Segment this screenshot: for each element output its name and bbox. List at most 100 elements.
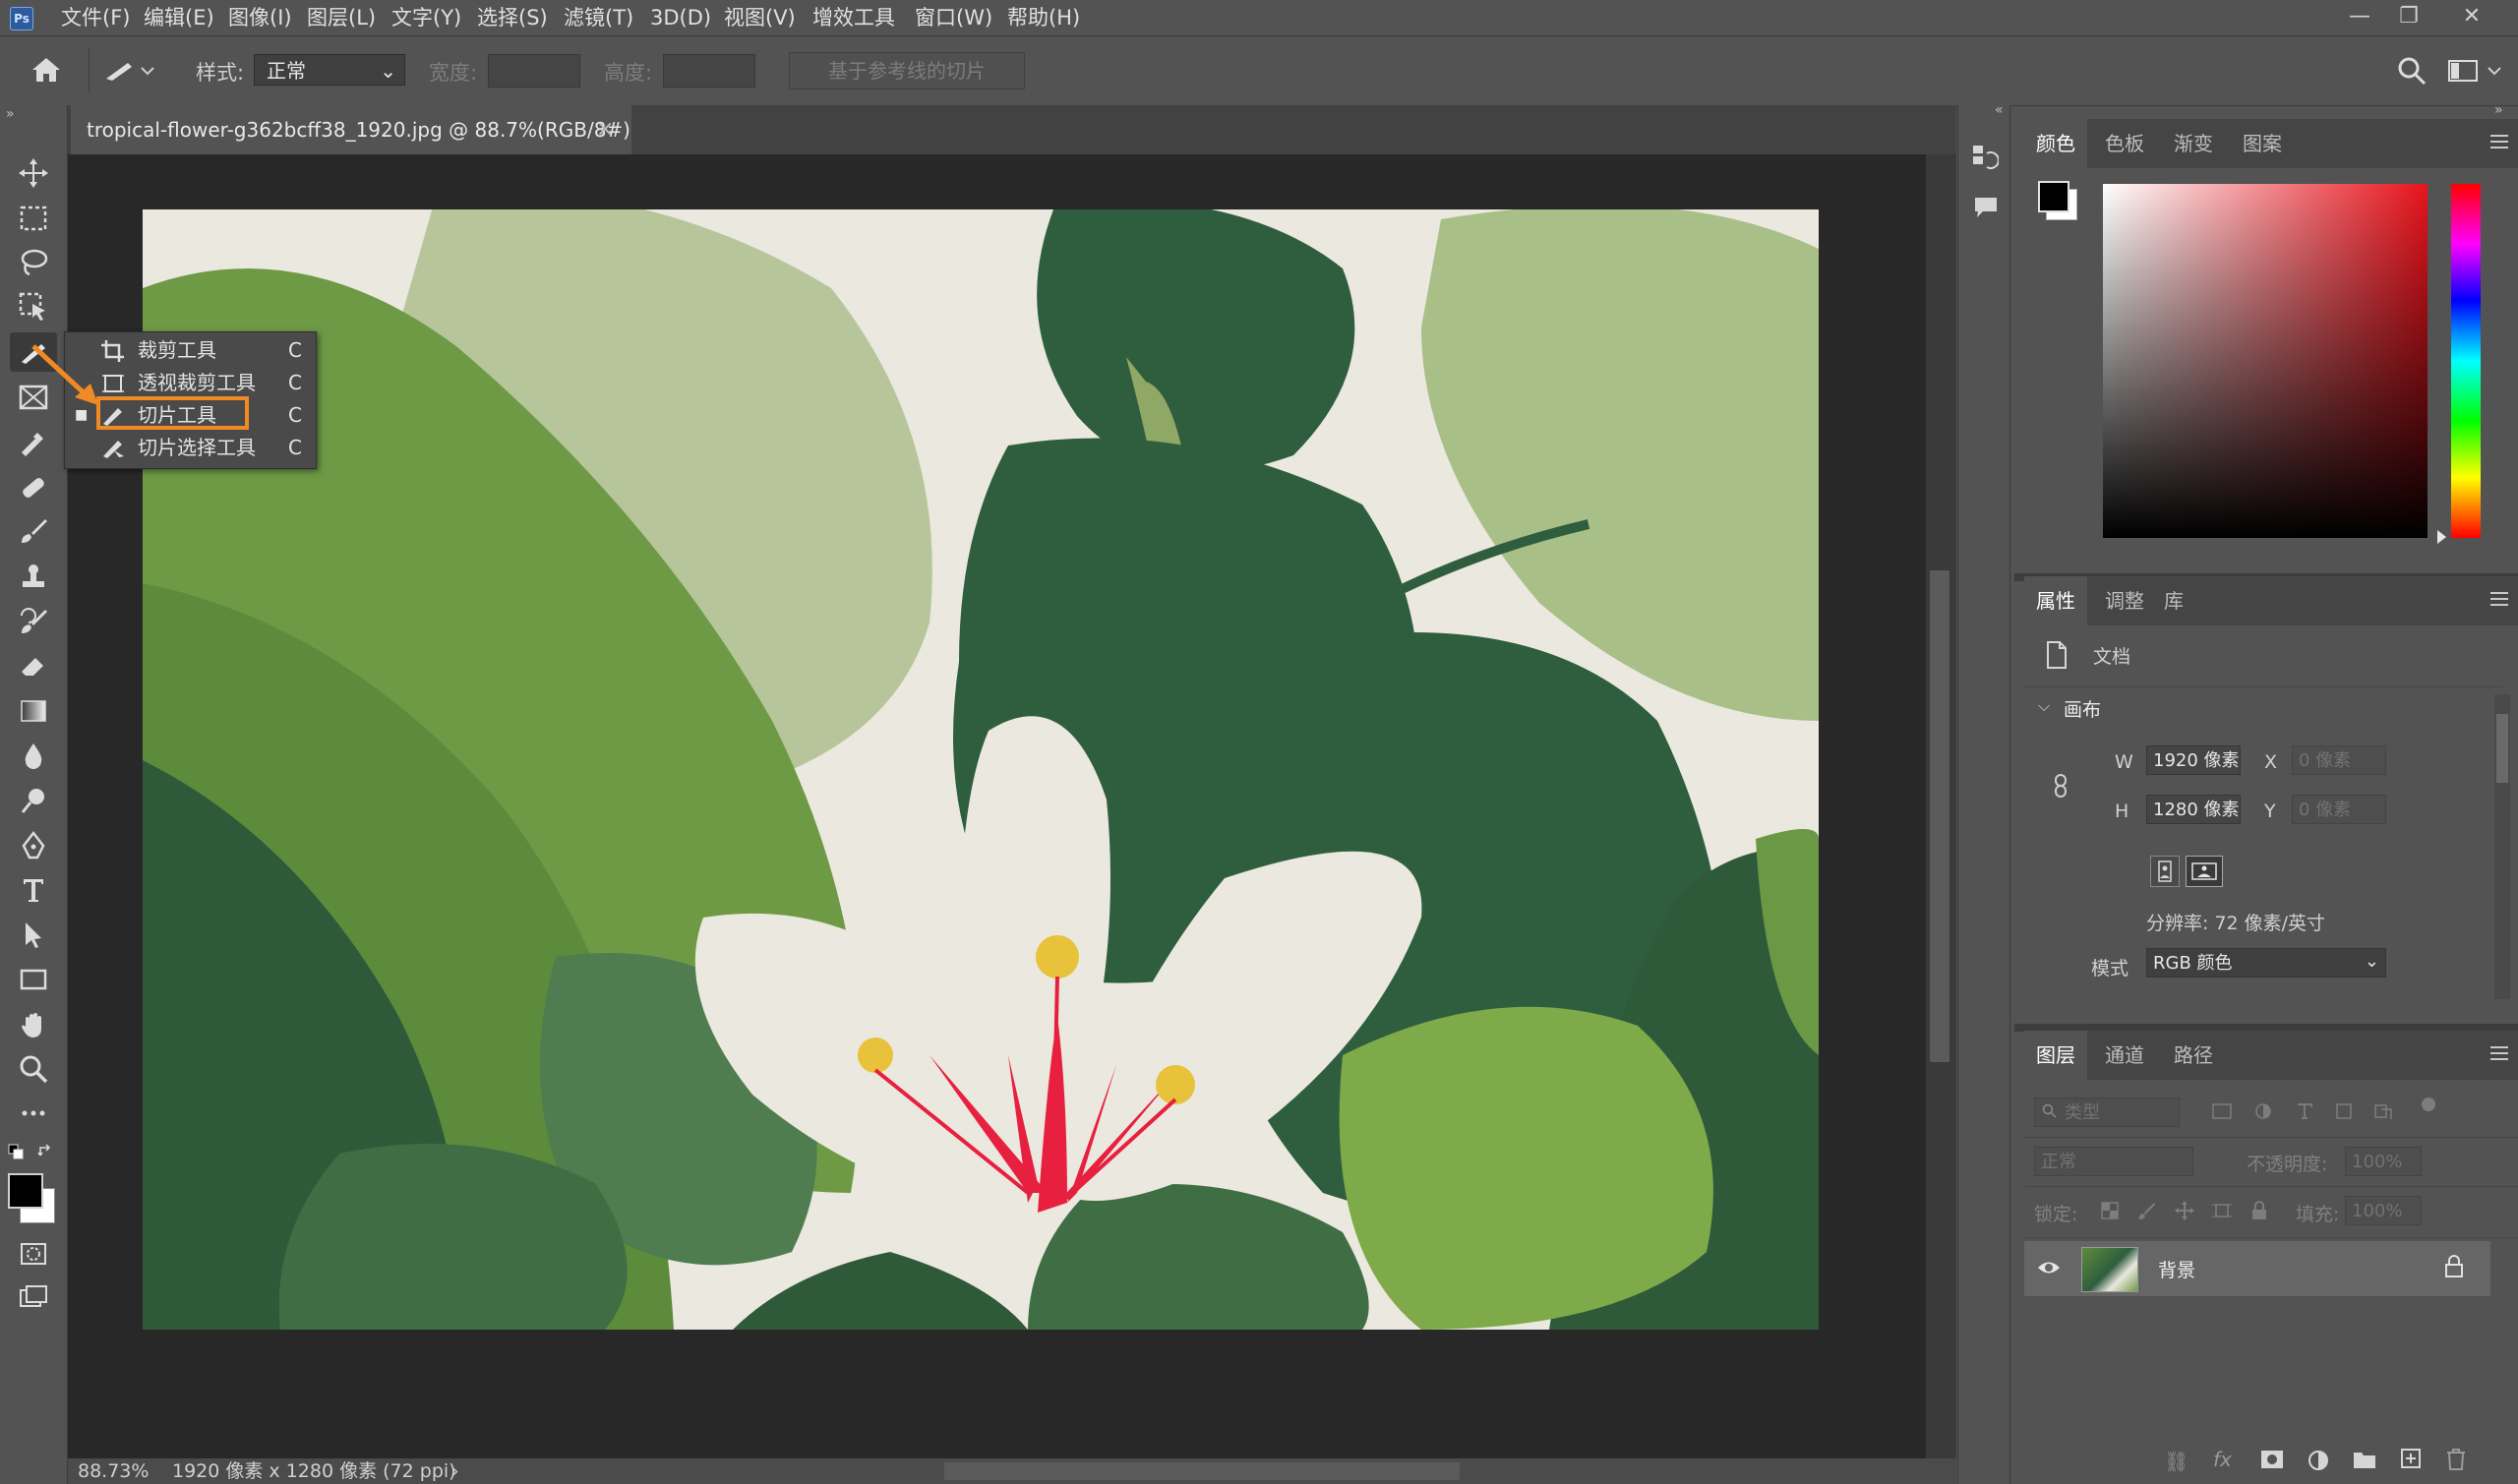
tab-properties[interactable]: 属性 xyxy=(2024,576,2087,625)
lock-transparency-icon[interactable] xyxy=(2099,1200,2121,1225)
menu-view[interactable]: 视图(V) xyxy=(724,0,796,35)
document-tab[interactable]: tropical-flower-g362bcff38_1920.jpg @ 88… xyxy=(71,105,631,154)
close-window-button[interactable]: ✕ xyxy=(2443,0,2500,35)
status-menu-arrow[interactable]: › xyxy=(451,1458,459,1484)
hand-tool-icon[interactable] xyxy=(10,1005,57,1044)
rectangle-tool-icon[interactable] xyxy=(10,960,57,999)
chevron-down-icon[interactable]: ⌵ xyxy=(2038,696,2050,716)
history-brush-tool-icon[interactable] xyxy=(10,602,57,641)
panel-menu-icon[interactable] xyxy=(2490,1046,2508,1060)
filter-smart-object-icon[interactable] xyxy=(2372,1101,2394,1125)
opacity-field[interactable]: 100% xyxy=(2345,1147,2422,1176)
home-icon[interactable] xyxy=(30,55,63,89)
tab-swatches[interactable]: 色板 xyxy=(2093,119,2156,168)
landscape-orientation-icon[interactable] xyxy=(2186,856,2223,887)
canvas-height-field[interactable]: 1280 像素 xyxy=(2146,795,2241,824)
collapse-panels-icon[interactable]: « xyxy=(1995,102,2004,118)
link-icon[interactable] xyxy=(2052,773,2069,802)
panel-menu-icon[interactable] xyxy=(2490,135,2508,148)
tab-channels[interactable]: 通道 xyxy=(2093,1031,2156,1080)
tab-libraries[interactable]: 库 xyxy=(2152,576,2195,625)
lasso-tool-icon[interactable] xyxy=(10,243,57,282)
style-select[interactable]: 正常 ⌄ xyxy=(254,54,405,86)
workspace-icon[interactable] xyxy=(2447,58,2506,88)
portrait-orientation-icon[interactable] xyxy=(2150,856,2180,887)
gradient-tool-icon[interactable] xyxy=(10,691,57,731)
zoom-tool-icon[interactable] xyxy=(10,1049,57,1089)
color-fg-swatch[interactable] xyxy=(2038,181,2069,212)
foreground-color-swatch[interactable] xyxy=(8,1173,43,1209)
delete-layer-icon[interactable] xyxy=(2445,1448,2467,1475)
filter-adjustment-icon[interactable] xyxy=(2252,1101,2274,1125)
menu-filter[interactable]: 滤镜(T) xyxy=(564,0,633,35)
healing-brush-tool-icon[interactable] xyxy=(10,467,57,506)
eye-icon[interactable] xyxy=(2036,1257,2062,1282)
add-mask-icon[interactable] xyxy=(2260,1450,2284,1473)
layer-row[interactable]: 背景 xyxy=(2024,1241,2490,1296)
menu-plugins[interactable]: 增效工具 xyxy=(812,0,895,35)
color-mode-select[interactable]: RGB 颜色 ⌄ xyxy=(2146,948,2386,978)
filter-toggle-icon[interactable] xyxy=(2422,1098,2435,1111)
blur-tool-icon[interactable] xyxy=(10,736,57,775)
screen-mode-icon[interactable] xyxy=(10,1278,57,1318)
lock-position-icon[interactable] xyxy=(2174,1200,2195,1225)
menu-file[interactable]: 文件(F) xyxy=(61,0,130,35)
menu-edit[interactable]: 编辑(E) xyxy=(144,0,214,35)
history-panel-icon[interactable] xyxy=(1971,144,2000,177)
move-tool-icon[interactable] xyxy=(10,153,57,193)
tab-layers[interactable]: 图层 xyxy=(2024,1031,2087,1080)
object-select-tool-icon[interactable] xyxy=(10,287,57,326)
hue-slider[interactable] xyxy=(2451,184,2481,538)
tab-patterns[interactable]: 图案 xyxy=(2231,119,2294,168)
collapse-right-panels-icon[interactable]: » xyxy=(2494,102,2503,118)
link-layers-icon[interactable]: ⛓ xyxy=(2164,1450,2188,1473)
path-select-tool-icon[interactable] xyxy=(10,916,57,955)
layer-name[interactable]: 背景 xyxy=(2158,1256,2195,1282)
adjustment-layer-icon[interactable] xyxy=(2308,1450,2329,1475)
eyedropper-tool-icon[interactable] xyxy=(10,423,57,462)
menu-help[interactable]: 帮助(H) xyxy=(1007,0,1080,35)
lock-artboard-icon[interactable] xyxy=(2211,1200,2233,1225)
more-tools-icon[interactable] xyxy=(10,1094,57,1133)
lock-pixels-icon[interactable] xyxy=(2136,1200,2158,1225)
zoom-readout[interactable]: 88.73% xyxy=(78,1458,149,1484)
blend-mode-select[interactable]: 正常 xyxy=(2034,1147,2193,1176)
canvas-width-field[interactable]: 1920 像素 xyxy=(2146,745,2241,775)
flyout-item-slice-select[interactable]: 切片选择工具 C xyxy=(65,432,316,464)
tab-gradients[interactable]: 渐变 xyxy=(2162,119,2225,168)
properties-scroll-thumb[interactable] xyxy=(2496,714,2508,783)
fill-field[interactable]: 100% xyxy=(2345,1196,2422,1225)
width-field[interactable] xyxy=(488,54,580,88)
fx-icon[interactable]: fx xyxy=(2213,1448,2232,1471)
tab-color[interactable]: 颜色 xyxy=(2024,119,2087,168)
filter-type-icon[interactable] xyxy=(2294,1101,2315,1125)
clone-stamp-tool-icon[interactable] xyxy=(10,557,57,596)
dodge-tool-icon[interactable] xyxy=(10,781,57,820)
menu-type[interactable]: 文字(Y) xyxy=(391,0,461,35)
lock-all-icon[interactable] xyxy=(2248,1200,2270,1225)
filter-pixel-icon[interactable] xyxy=(2211,1101,2233,1125)
menu-window[interactable]: 窗口(W) xyxy=(915,0,992,35)
restore-button[interactable]: ❐ xyxy=(2380,0,2437,35)
vertical-scroll-thumb[interactable] xyxy=(1930,570,1949,1062)
new-layer-icon[interactable] xyxy=(2400,1448,2422,1473)
eraser-tool-icon[interactable] xyxy=(10,646,57,685)
expand-toolbar-icon[interactable]: » xyxy=(6,106,15,122)
type-tool-icon[interactable] xyxy=(10,870,57,910)
quick-mask-icon[interactable] xyxy=(10,1234,57,1274)
marquee-tool-icon[interactable] xyxy=(10,199,57,238)
swap-colors-icon[interactable] xyxy=(37,1144,55,1165)
brush-tool-icon[interactable] xyxy=(10,511,57,551)
menu-select[interactable]: 选择(S) xyxy=(477,0,548,35)
new-group-icon[interactable] xyxy=(2353,1450,2376,1473)
menu-image[interactable]: 图像(I) xyxy=(228,0,292,35)
tab-paths[interactable]: 路径 xyxy=(2162,1031,2225,1080)
close-tab-icon[interactable]: × xyxy=(596,105,614,154)
menu-layer[interactable]: 图层(L) xyxy=(307,0,376,35)
filter-shape-icon[interactable] xyxy=(2333,1101,2355,1125)
height-field[interactable] xyxy=(663,54,755,88)
hue-slider-handle[interactable] xyxy=(2437,530,2446,544)
artwork-canvas[interactable] xyxy=(143,209,1819,1330)
search-icon[interactable] xyxy=(2396,55,2428,90)
horizontal-scroll-thumb[interactable] xyxy=(944,1462,1460,1480)
